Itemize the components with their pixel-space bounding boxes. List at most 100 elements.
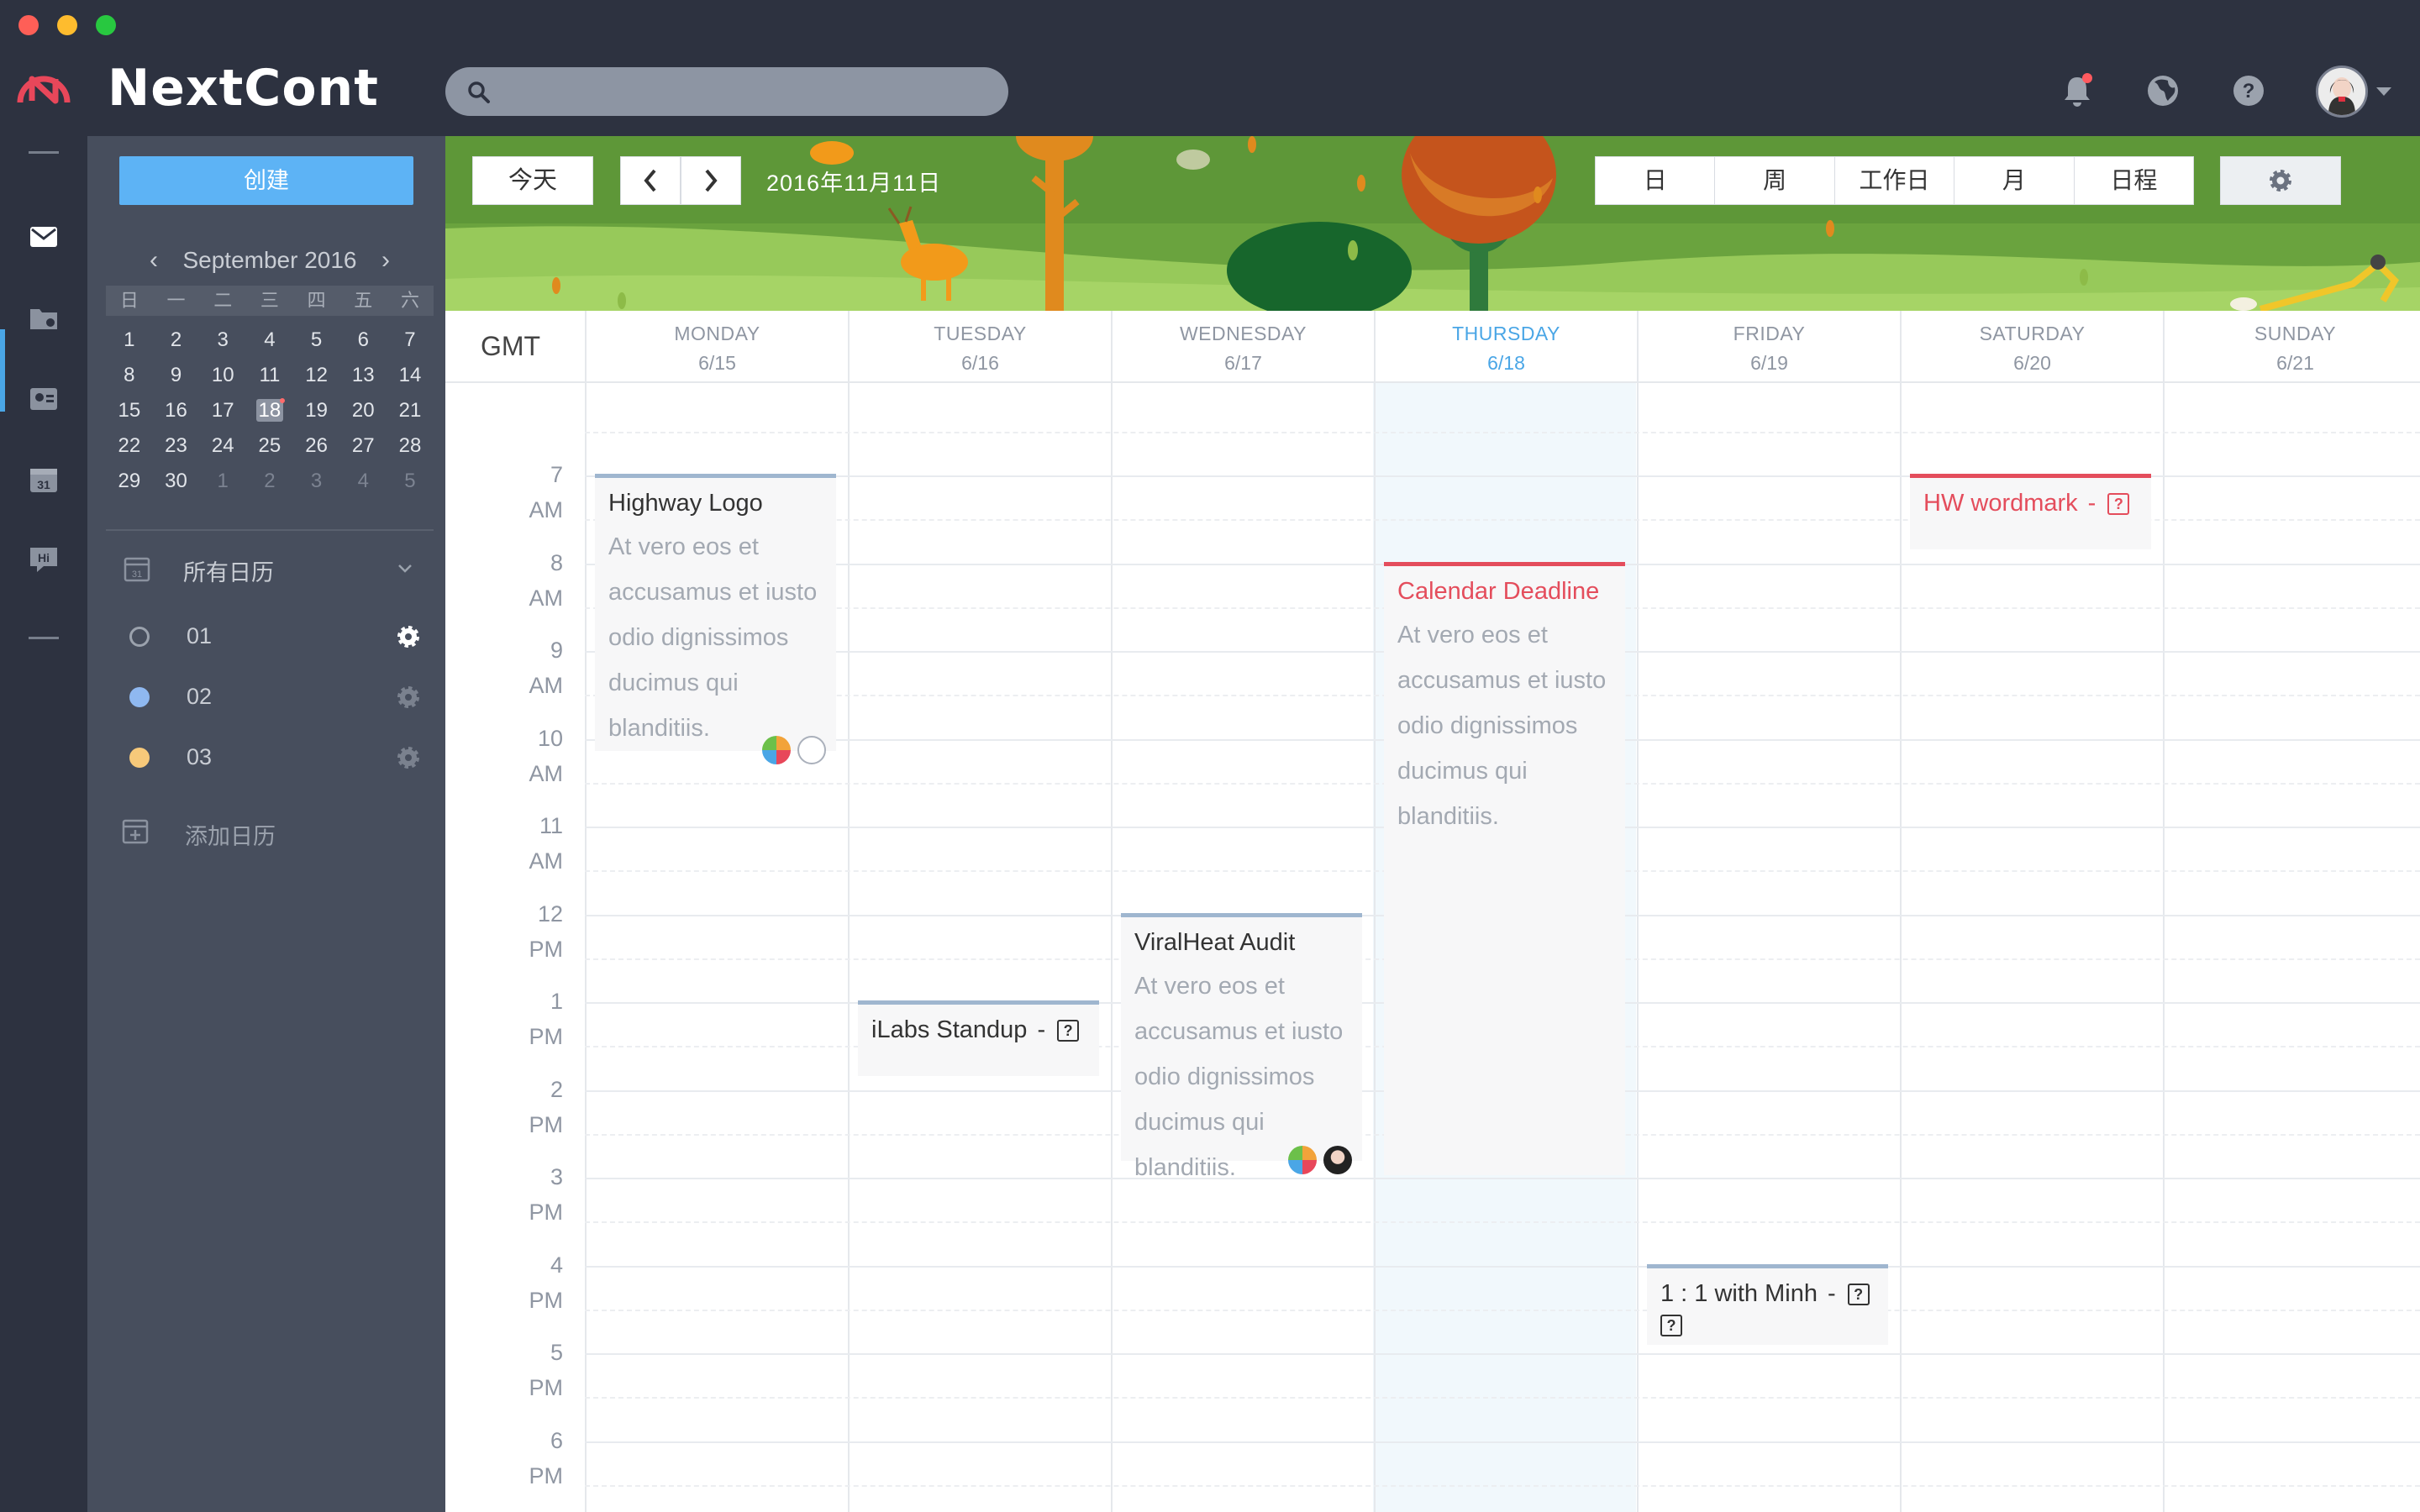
rsvp-unknown-icon[interactable]: ? (1057, 1020, 1080, 1042)
previous-week-button[interactable] (620, 156, 681, 205)
day-header-sunday[interactable]: SUNDAY 6/21 (2163, 311, 2420, 383)
day-header-saturday[interactable]: SATURDAY 6/20 (1900, 311, 2163, 383)
day-number: 18 (255, 399, 284, 422)
weekday-label: 五 (354, 290, 373, 311)
bell-icon[interactable] (2057, 71, 2097, 111)
mini-calendar-day[interactable]: 8 (106, 358, 153, 393)
mini-calendar-week-row: 22 23 24 25 26 27 28 (106, 428, 434, 464)
mini-calendar-day[interactable]: 25 (246, 428, 293, 464)
mini-calendar-day[interactable]: 11 (246, 358, 293, 393)
day-header-thursday[interactable]: THURSDAY 6/18 (1374, 311, 1637, 383)
mini-calendar-day[interactable]: 21 (387, 393, 434, 428)
next-week-button[interactable] (681, 156, 741, 205)
event-calendar-deadline[interactable]: Calendar Deadline At vero eos et accusamu… (1384, 561, 1625, 1175)
calendar-icon[interactable]: 31 (27, 462, 60, 496)
mini-calendar-day[interactable]: 18 (246, 393, 293, 428)
mini-calendar-day[interactable]: 14 (387, 358, 434, 393)
mini-calendar-day[interactable]: 2 (246, 464, 293, 499)
mini-calendar-day[interactable]: 16 (153, 393, 200, 428)
help-icon[interactable]: ? (2228, 71, 2269, 111)
mini-calendar-day[interactable]: 13 (339, 358, 387, 393)
user-avatar[interactable] (2316, 66, 2368, 118)
chevron-down-icon[interactable] (397, 563, 413, 575)
event-ilabs[interactable]: iLabs Standup -? (858, 1000, 1099, 1076)
mini-calendar-day[interactable]: 5 (387, 464, 434, 499)
mini-calendar-day[interactable]: 12 (293, 358, 340, 393)
mini-calendar-day[interactable]: 17 (199, 393, 246, 428)
event-hw-wordmark[interactable]: HW wordmark -? (1910, 474, 2151, 549)
search-input[interactable] (445, 67, 1008, 116)
mini-calendar-day[interactable]: 4 (246, 323, 293, 358)
calendar-item-02[interactable]: 02 (119, 679, 422, 716)
mini-calendar-day[interactable]: 20 (339, 393, 387, 428)
chat-icon[interactable]: Hi (27, 543, 60, 576)
next-month-icon[interactable]: › (381, 244, 390, 277)
zoom-window-button[interactable] (96, 15, 116, 35)
calendar-item-01[interactable]: 01 (119, 618, 422, 655)
close-window-button[interactable] (18, 15, 39, 35)
attendee-avatar[interactable] (1288, 1145, 1317, 1174)
calendar-settings-gear-icon[interactable] (395, 623, 422, 650)
rsvp-unknown-icon[interactable]: ? (1847, 1283, 1870, 1305)
hour-line (585, 1441, 2420, 1443)
settings-button[interactable] (2220, 156, 2341, 205)
mini-calendar-day[interactable]: 2 (153, 323, 200, 358)
mini-calendar-day[interactable]: 26 (293, 428, 340, 464)
mini-calendar-week-row: 8 9 10 11 12 13 14 (106, 358, 434, 393)
mini-calendar-day[interactable]: 27 (339, 428, 387, 464)
today-button[interactable]: 今天 (472, 156, 593, 205)
view-month-button[interactable]: 月 (1954, 157, 2075, 204)
rsvp-unknown-icon[interactable]: ? (2107, 493, 2130, 516)
attendee-avatar[interactable] (762, 736, 791, 764)
minimize-window-button[interactable] (57, 15, 77, 35)
event-title-row: iLabs Standup -? (871, 1016, 1086, 1044)
mail-icon[interactable] (27, 220, 60, 254)
mini-calendar-day[interactable]: 22 (106, 428, 153, 464)
create-button[interactable]: 创建 (119, 156, 413, 205)
mini-calendar-day[interactable]: 24 (199, 428, 246, 464)
view-workweek-button[interactable]: 工作日 (1835, 157, 1955, 204)
mini-calendar-day[interactable]: 28 (387, 428, 434, 464)
event-viralheat[interactable]: ViralHeat Audit At vero eos et accusamus … (1121, 912, 1362, 1181)
mini-calendar-day[interactable]: 5 (293, 323, 340, 358)
time-label: 12 PM (445, 896, 564, 967)
prev-month-icon[interactable]: ‹ (150, 244, 158, 277)
account-menu-caret-icon[interactable] (2376, 87, 2391, 96)
mini-calendar-day[interactable]: 23 (153, 428, 200, 464)
day-header-wednesday[interactable]: WEDNESDAY 6/17 (1111, 311, 1374, 383)
mini-calendar-day[interactable]: 4 (339, 464, 387, 499)
mini-calendar-day[interactable]: 29 (106, 464, 153, 499)
mini-calendar-day[interactable]: 6 (339, 323, 387, 358)
day-header-friday[interactable]: FRIDAY 6/19 (1637, 311, 1900, 383)
attendee-placeholder-avatar[interactable] (797, 736, 826, 764)
mini-calendar-day[interactable]: 10 (199, 358, 246, 393)
calendar-item-03[interactable]: 03 (119, 739, 422, 776)
calendar-settings-gear-icon[interactable] (395, 684, 422, 711)
mini-calendar-day[interactable]: 15 (106, 393, 153, 428)
day-header-monday[interactable]: MONDAY 6/15 (585, 311, 848, 383)
rsvp-unknown-icon[interactable]: ? (1660, 1314, 1682, 1336)
contacts-icon[interactable] (27, 381, 60, 415)
globe-icon[interactable] (2143, 71, 2183, 111)
all-calendars-toggle[interactable]: 31 所有日历 (119, 551, 422, 588)
mini-calendar-day[interactable]: 1 (106, 323, 153, 358)
mini-calendar-day[interactable]: 7 (387, 323, 434, 358)
left-rail: 31 Hi (0, 136, 87, 1512)
mini-calendar-day[interactable]: 9 (153, 358, 200, 393)
mini-calendar-day[interactable]: 19 (293, 393, 340, 428)
mini-calendar-day[interactable]: 3 (293, 464, 340, 499)
attendee-avatar[interactable] (1323, 1145, 1352, 1174)
event-highway[interactable]: Highway Logo At vero eos et accusamus et … (595, 474, 836, 764)
event-one-on-one[interactable]: 1 : 1 with Minh -?? (1647, 1263, 1888, 1345)
view-agenda-button[interactable]: 日程 (2075, 157, 2193, 204)
day-header-tuesday[interactable]: TUESDAY 6/16 (848, 311, 1111, 383)
mini-calendar-day[interactable]: 1 (199, 464, 246, 499)
calendar-settings-gear-icon[interactable] (395, 744, 422, 771)
hour-period: AM (529, 848, 564, 874)
view-week-button[interactable]: 周 (1715, 157, 1835, 204)
mini-calendar-day[interactable]: 30 (153, 464, 200, 499)
add-calendar-button[interactable]: 添加日历 (119, 813, 371, 850)
folder-icon[interactable] (27, 301, 60, 334)
mini-calendar-day[interactable]: 3 (199, 323, 246, 358)
view-day-button[interactable]: 日 (1596, 157, 1716, 204)
